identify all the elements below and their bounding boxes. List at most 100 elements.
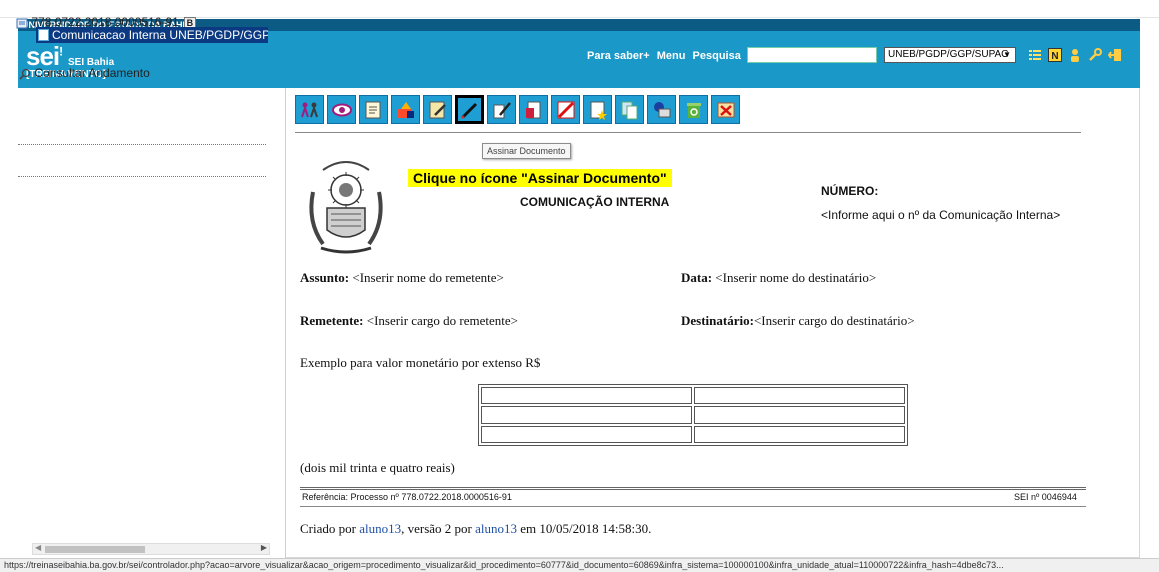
table-row — [481, 425, 905, 443]
tooltip: Assinar Documento — [482, 143, 571, 159]
user-icon[interactable] — [1068, 48, 1082, 62]
unit-select-value: UNEB/PGDP/GGP/SUPAG — [888, 49, 1009, 60]
assunto-field: Assunto: <Inserir nome do remetente> — [300, 270, 504, 286]
destinatario-field: Destinatário:<Inserir cargo do destinatá… — [681, 313, 915, 329]
criado-prefix: Criado por — [300, 521, 360, 536]
imprimir-button[interactable] — [359, 95, 388, 124]
scroll-left-icon[interactable]: ◀ — [35, 543, 41, 552]
tree-divider — [18, 176, 266, 177]
header-links: Para saber+ Menu Pesquisa — [587, 50, 745, 62]
people-group-icon — [300, 102, 318, 117]
link-para-saber[interactable]: Para saber+ — [587, 50, 650, 62]
criado-data: em 10/05/2018 14:58:30. — [517, 521, 652, 536]
destinatario-label: Destinatário: — [681, 313, 754, 328]
document-icon — [38, 29, 49, 41]
remetente-field: Remetente: <Inserir cargo do remetente> — [300, 313, 518, 329]
link-menu[interactable]: Menu — [657, 50, 686, 62]
enviar-email-button[interactable] — [647, 95, 676, 124]
link-pesquisa[interactable]: Pesquisa — [693, 50, 741, 62]
search-input[interactable] — [747, 47, 877, 63]
exit-door-icon[interactable] — [1107, 48, 1122, 62]
table-cell — [481, 425, 692, 443]
add-signature-icon — [493, 101, 511, 118]
remove-icon — [717, 102, 734, 117]
acompanhamento-button[interactable] — [583, 95, 612, 124]
wrench-icon[interactable] — [1088, 48, 1102, 62]
table-cell — [481, 387, 692, 405]
visualizar-button[interactable] — [327, 95, 356, 124]
assunto-label: Assunto: — [300, 270, 350, 285]
consultar-label: Consultar Andamento — [34, 66, 150, 80]
main-vertical-scrollbar[interactable] — [1143, 88, 1157, 558]
folder-icon — [16, 18, 28, 29]
unit-select[interactable]: UNEB/PGDP/GGP/SUPAG ▼ — [884, 47, 1016, 63]
adicionar-assinatura-button[interactable] — [487, 95, 516, 124]
editar-conteudo-button[interactable] — [423, 95, 452, 124]
consultar-andamento-link[interactable]: Consultar Andamento — [19, 66, 150, 80]
remetente-value: <Inserir cargo do remetente> — [363, 313, 518, 328]
include-document-icon — [525, 101, 540, 118]
incluir-em-bloco-button[interactable] — [295, 95, 324, 124]
document-star-icon — [590, 101, 607, 120]
tree-divider — [18, 144, 266, 145]
copy-icon — [621, 101, 637, 119]
reference-divider — [300, 487, 1086, 490]
data-field: Data: <Inserir nome do destinatário> — [681, 270, 876, 286]
scroll-thumb[interactable] — [45, 546, 145, 553]
copiar-button[interactable] — [615, 95, 644, 124]
table-cell — [694, 425, 905, 443]
chevron-down-icon: ▼ — [1003, 50, 1011, 59]
table-row — [481, 387, 905, 405]
sign-hint-highlight: Clique no ícone "Assinar Documento" — [408, 169, 672, 187]
process-tree-panel — [18, 88, 286, 558]
data-label: Data: — [681, 270, 713, 285]
notes-n-icon[interactable]: N — [1048, 48, 1062, 62]
email-globe-icon — [653, 101, 670, 117]
sei-logo-mark: ! — [59, 44, 63, 59]
sidebar-horizontal-scrollbar[interactable]: ◀ ▶ — [32, 543, 270, 555]
exemplo-text: Exemplo para valor monetário por extenso… — [300, 355, 541, 370]
assunto-value: <Inserir nome do remetente> — [349, 270, 504, 285]
table-cell — [694, 387, 905, 405]
pen-sign-icon — [460, 102, 477, 119]
document-title: COMUNICAÇÃO INTERNA — [520, 195, 670, 209]
remover-button[interactable] — [711, 95, 740, 124]
excluir-button[interactable] — [679, 95, 708, 124]
document-label[interactable]: Comunicacao Interna UNEB/PGDP/GGP/SUPAG — [52, 28, 268, 42]
criado-versao: , versão 2 por — [401, 521, 476, 536]
assinar-documento-button[interactable] — [455, 95, 484, 124]
editor-link[interactable]: aluno13 — [475, 521, 517, 536]
remetente-label: Remetente: — [300, 313, 364, 328]
cancelar-button[interactable] — [551, 95, 580, 124]
cancel-icon — [557, 101, 574, 118]
trash-icon — [686, 102, 701, 118]
tree-document-node[interactable]: Comunicacao Interna UNEB/PGDP/GGP/SUPAG — [36, 27, 268, 43]
svg-text:N: N — [1051, 51, 1058, 62]
browser-viewport: UNIVERSIDADE DO ESTADO DA BAHIA sei! SEI… — [0, 0, 1159, 572]
toolbar-divider — [295, 132, 1081, 133]
edit-content-icon — [429, 101, 446, 118]
destinatario-value: <Inserir cargo do destinatário> — [753, 313, 915, 328]
table-cell — [481, 406, 692, 424]
menu-list-icon[interactable] — [1028, 48, 1042, 62]
table-cell — [694, 406, 905, 424]
data-value: <Inserir nome do destinatário> — [712, 270, 877, 285]
value-table — [478, 384, 908, 446]
reference-divider — [300, 506, 1086, 507]
bahia-coat-of-arms-icon — [309, 161, 383, 254]
sei-number: SEI nº 0046944 — [1014, 492, 1077, 502]
send-process-icon — [397, 101, 414, 118]
valor-extenso: (dois mil trinta e quatro reais) — [300, 460, 455, 475]
incluir-documento-button[interactable] — [519, 95, 548, 124]
numero-value: <Informe aqui o nº da Comunicação Intern… — [821, 208, 1061, 222]
author-link[interactable]: aluno13 — [359, 521, 401, 536]
process-reference: Referência: Processo nº 778.0722.2018.00… — [302, 492, 512, 502]
header-icons: N — [1028, 45, 1122, 65]
document-print-icon — [365, 101, 380, 118]
enviar-processo-button[interactable] — [391, 95, 420, 124]
eye-icon — [331, 103, 352, 116]
created-by-line: Criado por aluno13, versão 2 por aluno13… — [300, 521, 651, 537]
document-toolbar — [295, 95, 740, 127]
browser-status-url: https://treinaseibahia.ba.gov.br/sei/con… — [0, 558, 1159, 572]
scroll-right-icon[interactable]: ▶ — [261, 543, 267, 552]
